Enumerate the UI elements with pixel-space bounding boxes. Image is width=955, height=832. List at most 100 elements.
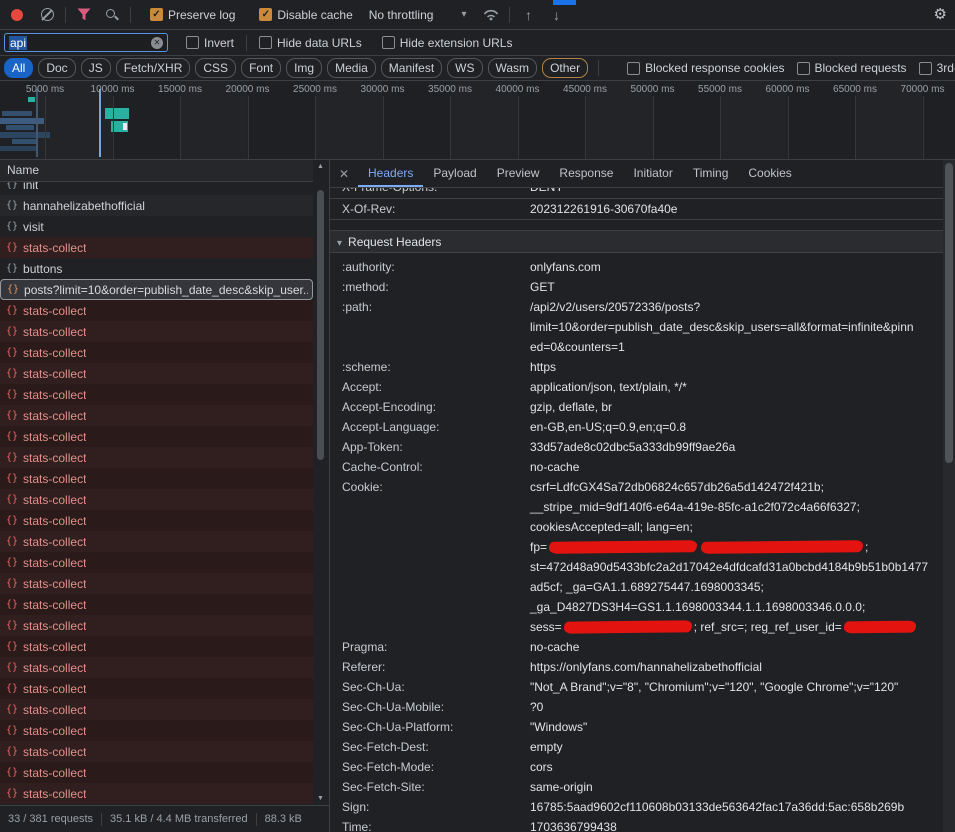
request-row[interactable]: {}stats-collect [0, 405, 313, 426]
request-row[interactable]: {}visit [0, 216, 313, 237]
filter-chip-css[interactable]: CSS [195, 58, 236, 78]
import-har-button[interactable]: ↑ [517, 4, 539, 26]
request-row[interactable]: {}stats-collect [0, 741, 313, 762]
filter-chip-doc[interactable]: Doc [38, 58, 75, 78]
request-row[interactable]: {}stats-collect [0, 468, 313, 489]
timeline-tick-label: 25000 ms [293, 84, 337, 95]
filter-chip-js[interactable]: JS [81, 58, 111, 78]
throttling-dropdown[interactable]: No throttling ▾ [369, 8, 467, 22]
request-row[interactable]: {}stats-collect [0, 447, 313, 468]
scrollbar-thumb[interactable] [317, 190, 324, 460]
request-row[interactable]: {}stats-collect [0, 657, 313, 678]
tab-headers[interactable]: Headers [358, 160, 423, 187]
close-details-button[interactable]: ✕ [330, 167, 358, 181]
clear-button[interactable] [36, 4, 58, 26]
header-value: https [530, 357, 943, 377]
request-row[interactable]: {}stats-collect [0, 321, 313, 342]
filter-chip-other[interactable]: Other [542, 58, 588, 78]
filter-chip-all[interactable]: All [4, 58, 33, 78]
request-row[interactable]: {}stats-collect [0, 342, 313, 363]
request-row[interactable]: {}hannahelizabethofficial [0, 195, 313, 216]
filter-checkbox-3rd-party-requests[interactable]: 3rd-party requests [919, 61, 955, 75]
network-overview-timeline[interactable]: 5000 ms10000 ms15000 ms20000 ms25000 ms3… [0, 81, 955, 160]
search-button[interactable] [101, 4, 123, 26]
request-row[interactable]: {}stats-collect [0, 720, 313, 741]
status-item: 33 / 381 requests [8, 813, 93, 825]
timeline-gridline [923, 96, 924, 159]
filter-chip-manifest[interactable]: Manifest [381, 58, 442, 78]
tab-initiator[interactable]: Initiator [623, 160, 682, 187]
cookie-value-line: __stripe_mid=9df140f6-e64a-419e-85fc-a1c… [530, 497, 943, 517]
tab-preview[interactable]: Preview [487, 160, 550, 187]
settings-gear-button[interactable]: ⚙ [934, 6, 947, 24]
json-braces-icon: {} [6, 515, 18, 526]
request-headers-section-toggle[interactable]: ▾Request Headers [330, 230, 943, 253]
request-row[interactable]: {}stats-collect [0, 699, 313, 720]
filter-input[interactable]: api ✕ [4, 33, 168, 52]
hide-extension-urls-checkbox[interactable]: Hide extension URLs [382, 36, 513, 50]
request-row[interactable]: {}stats-collect [0, 237, 313, 258]
request-row[interactable]: {}stats-collect [0, 636, 313, 657]
header-row: Sign:16785:5aad9602cf110608b03133de56364… [342, 797, 943, 817]
request-row[interactable]: {}buttons [0, 258, 313, 279]
request-row[interactable]: {}stats-collect [0, 615, 313, 636]
preserve-log-checkbox[interactable]: ✓ Preserve log [150, 8, 235, 22]
tab-payload[interactable]: Payload [423, 160, 486, 187]
json-braces-icon: {} [6, 641, 18, 652]
request-list-scrollbar[interactable]: ▲ ▼ [313, 160, 330, 805]
filter-chip-wasm[interactable]: Wasm [488, 58, 538, 78]
request-row[interactable]: {}stats-collect [0, 384, 313, 405]
filter-chip-media[interactable]: Media [327, 58, 376, 78]
request-row[interactable]: {}stats-collect [0, 489, 313, 510]
overview-marker-line [36, 89, 38, 157]
hide-data-urls-checkbox[interactable]: Hide data URLs [259, 36, 362, 50]
request-row[interactable]: {}posts?limit=10&order=publish_date_desc… [0, 279, 313, 300]
request-row[interactable]: {}stats-collect [0, 594, 313, 615]
request-row[interactable]: {}stats-collect [0, 573, 313, 594]
header-value: no-cache [530, 457, 943, 477]
tab-response[interactable]: Response [549, 160, 623, 187]
overview-activity-bar [0, 146, 36, 151]
filter-chip-img[interactable]: Img [286, 58, 322, 78]
clipped-header-row: X-Frame-Options: DENY [330, 188, 943, 199]
overview-activity-bar [28, 97, 35, 102]
request-row[interactable]: {}init [0, 182, 313, 195]
filter-chip-font[interactable]: Font [241, 58, 281, 78]
header-row: Accept-Encoding:gzip, deflate, br [342, 397, 943, 417]
resource-type-filters: AllDoc JSFetch/XHRCSSFontImgMediaManifest… [4, 58, 588, 78]
json-braces-icon: {} [6, 200, 18, 211]
request-row[interactable]: {}stats-collect [0, 300, 313, 321]
details-scrollbar[interactable] [943, 160, 955, 832]
filter-chip-ws[interactable]: WS [447, 58, 482, 78]
request-row[interactable]: {}stats-collect [0, 762, 313, 783]
request-row[interactable]: {}stats-collect [0, 531, 313, 552]
request-row[interactable]: {}stats-collect [0, 363, 313, 384]
tab-cookies[interactable]: Cookies [738, 160, 801, 187]
scroll-down-icon[interactable]: ▼ [317, 795, 324, 802]
clear-filter-icon[interactable]: ✕ [151, 37, 163, 49]
json-braces-icon: {} [6, 368, 18, 379]
request-row[interactable]: {}stats-collect [0, 678, 313, 699]
request-row[interactable]: {}stats-collect [0, 510, 313, 531]
filter-toggle-button[interactable] [73, 4, 95, 26]
request-row[interactable]: {}stats-collect [0, 783, 313, 804]
request-row[interactable]: {}stats-collect [0, 552, 313, 573]
disable-cache-checkbox[interactable]: ✓ Disable cache [259, 8, 352, 22]
hide-data-urls-label: Hide data URLs [277, 36, 362, 50]
name-column-header[interactable]: Name [0, 160, 313, 182]
header-row: Sec-Fetch-Dest:empty [342, 737, 943, 757]
header-value: en-GB,en-US;q=0.9,en;q=0.8 [530, 417, 943, 437]
header-row: App-Token:33d57ade8c02dbc5a333db99ff9ae2… [342, 437, 943, 457]
request-row[interactable]: {}stats-collect [0, 426, 313, 447]
export-har-button[interactable]: ↓ [545, 4, 567, 26]
tab-timing[interactable]: Timing [683, 160, 739, 187]
scrollbar-thumb[interactable] [945, 163, 953, 463]
scroll-up-icon[interactable]: ▲ [317, 163, 324, 170]
filter-chip-fetch-xhr[interactable]: Fetch/XHR [116, 58, 191, 78]
invert-checkbox[interactable]: Invert [186, 36, 234, 50]
record-button[interactable] [6, 4, 28, 26]
filter-checkbox-blocked-response-cookies[interactable]: Blocked response cookies [627, 61, 784, 75]
timeline-gridline [585, 96, 586, 159]
network-conditions-button[interactable] [480, 4, 502, 26]
filter-checkbox-blocked-requests[interactable]: Blocked requests [797, 61, 907, 75]
